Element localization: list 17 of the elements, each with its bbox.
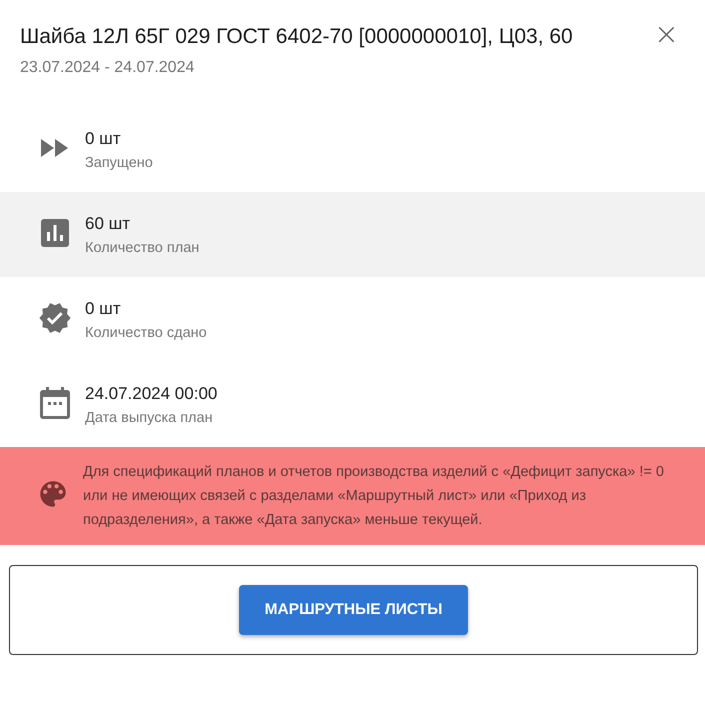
row-value: 24.07.2024 00:00 [85,384,218,404]
calendar-icon [40,386,70,418]
bar-chart-icon [41,218,69,246]
row-value: 0 шт [85,128,122,148]
row-label: Дата выпуска план [85,410,214,426]
close-button[interactable]: × [648,18,685,52]
row-value: 0 шт [85,298,122,318]
row-label: Количество план [85,240,200,256]
row-label: Количество сдано [85,324,207,340]
row-label: Запущено [85,154,153,170]
verified-badge-icon [38,300,72,334]
row-value: 60 шт [85,214,132,234]
fast-forward-icon [41,138,69,156]
dialog-title: Шайба 12Л 65Г 029 ГОСТ 6402-70 [0000000010], Ц03, 60 [20,24,574,50]
route-sheets-button[interactable]: МАРШРУТНЫЕ ЛИСТЫ [238,585,468,635]
warning-text: Для спецификаций планов и отчетов производства изделий с «Дефицит запуска» != 0 или не имеющих связей с разделами «Маршрутный лист» или «Приход из подразделения», а также «Дата запуска» меньше текущей. [83,463,665,530]
date-range: 23.07.2024 - 24.07.2024 [20,59,196,77]
